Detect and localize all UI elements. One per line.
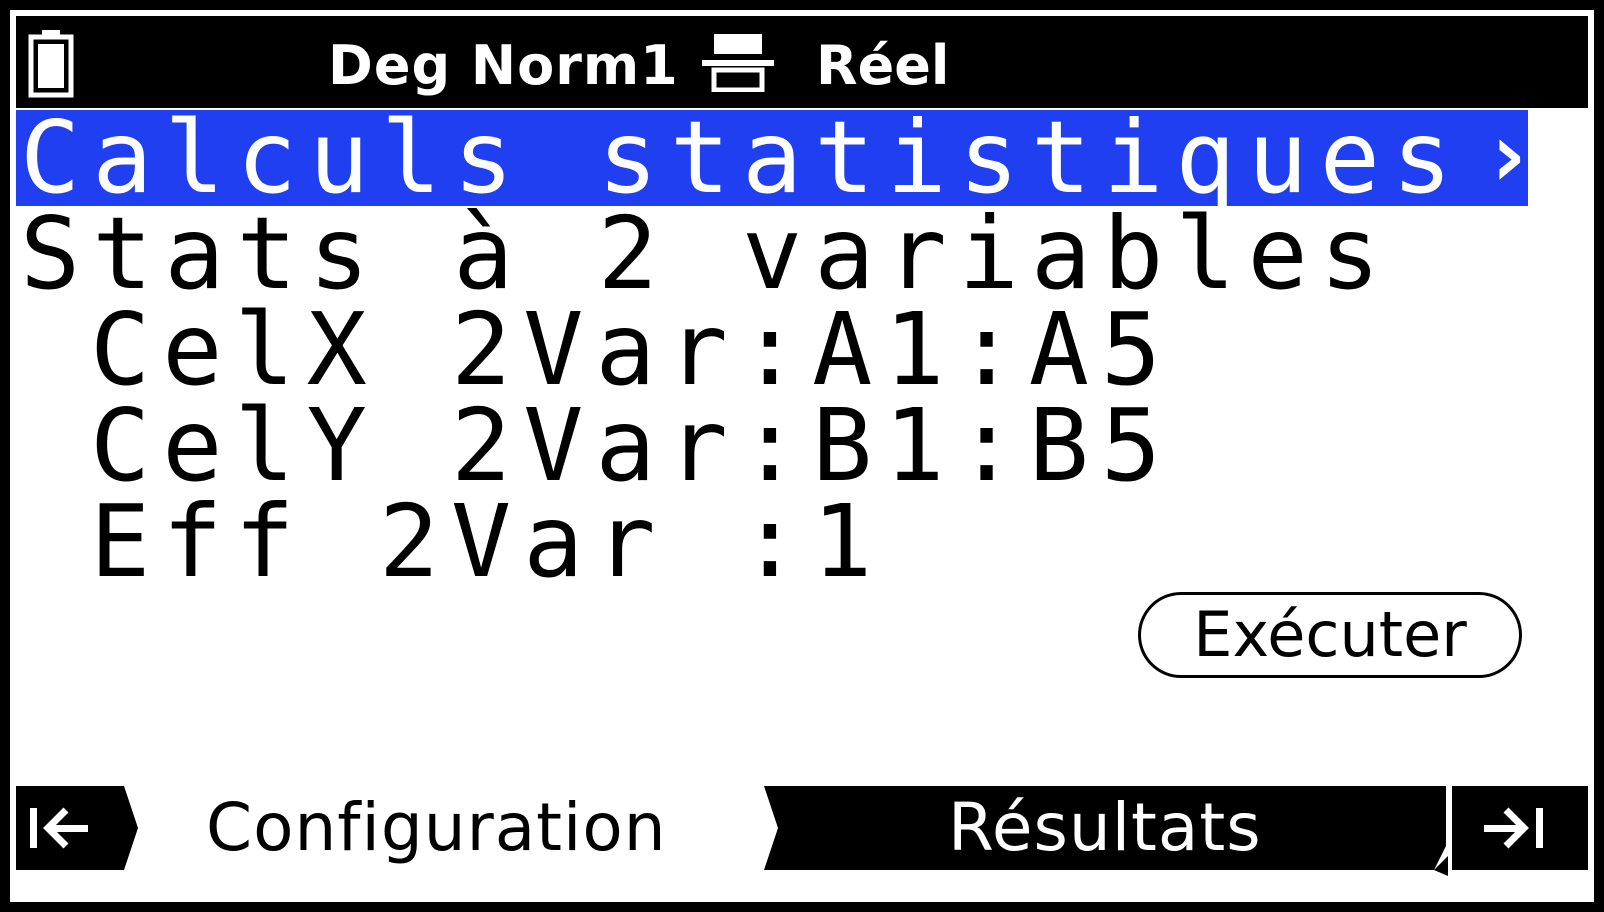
calculator-screen: Deg Norm1 Réel Calculs statistiques › St… [10, 10, 1594, 902]
field-row-frequency[interactable]: Eff 2Var :1 [90, 492, 884, 592]
number-format: Réel [816, 34, 950, 97]
tab-bar: Configuration Résultats [16, 786, 1588, 882]
fraction-display-icon [702, 34, 774, 92]
angle-and-display-mode: Deg Norm1 [328, 34, 679, 97]
menu-title-row[interactable]: Calculs statistiques › [16, 99, 1535, 216]
execute-button[interactable]: Exécuter [1138, 592, 1522, 678]
field-row-celx[interactable]: CelX 2Var:A1:A5 [90, 300, 1173, 400]
field-separator: : [739, 483, 813, 600]
statistics-mode-line[interactable]: Stats à 2 variables [20, 204, 1392, 304]
field-value: 1 [812, 483, 885, 600]
battery-icon [28, 30, 74, 98]
tab-results[interactable]: Résultats [948, 786, 1262, 870]
tab-configuration[interactable]: Configuration [206, 786, 667, 870]
jump-to-last-icon[interactable] [1456, 786, 1588, 870]
status-bar: Deg Norm1 Réel [16, 16, 1588, 108]
submenu-arrow-icon: › [1481, 103, 1536, 208]
menu-title: Calculs statistiques [20, 99, 1465, 216]
jump-to-first-icon[interactable] [16, 786, 136, 870]
field-label: Eff 2Var [90, 483, 740, 600]
field-row-cely[interactable]: CelY 2Var:B1:B5 [90, 396, 1173, 496]
